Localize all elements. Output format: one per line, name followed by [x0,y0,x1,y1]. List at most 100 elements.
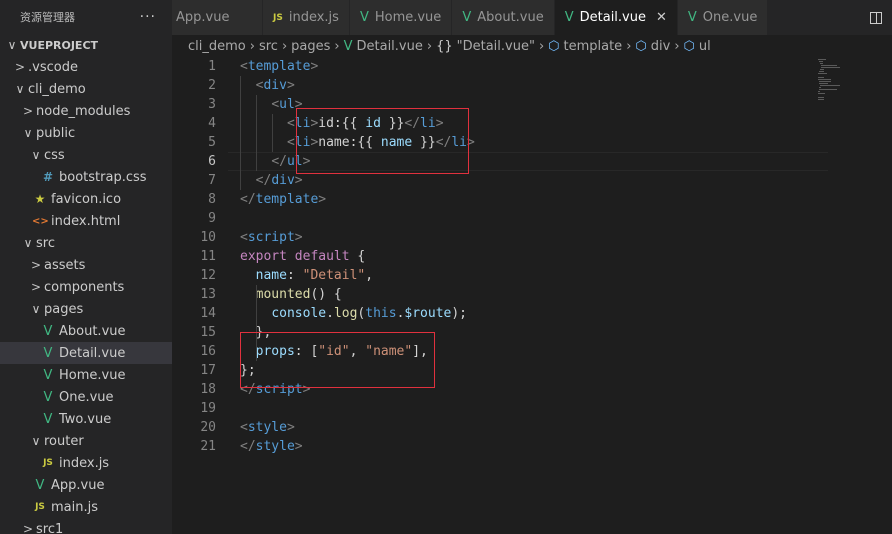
minimap-line [821,67,841,68]
chevron-right-icon: > [30,258,42,272]
tree-item-index-js[interactable]: JS index.js [0,452,172,474]
tree-item-router[interactable]: ∨ router [0,430,172,452]
chevron-down-icon: ∨ [31,148,41,162]
indent-guide [256,95,257,171]
tree-item-main-js[interactable]: JS main.js [0,496,172,518]
js-file-icon: JS [35,502,45,512]
tree-item-css[interactable]: ∨ css [0,144,172,166]
tab-home-vue[interactable]: V Home.vue [349,0,453,35]
code-editor[interactable]: 1 2 3 4 5 6 7 8 9 10 11 12 13 14 15 16 17 18 19 20 21 <templ… [172,57,892,534]
code-token: < [240,230,248,245]
code-line[interactable]: </div> [240,171,303,190]
explorer-title: 资源管理器 [20,11,75,24]
minimap-line [818,73,827,74]
minimap-line [819,81,831,82]
minimap-line [820,63,824,64]
line-number: 13 [200,287,216,302]
breadcrumb-item[interactable]: pages [291,39,330,54]
code-token: > [294,173,303,188]
tree-item-components[interactable]: > components [0,276,172,298]
vue-file-icon: V [43,389,53,405]
code-line[interactable]: <div> [240,76,295,95]
split-editor-button[interactable] [860,0,892,35]
tab-detail-vue[interactable]: V Detail.vue ✕ [554,0,678,35]
tab-one-vue[interactable]: V One.vue [677,0,769,35]
code-token: name [255,268,287,283]
tree-item-label: index.html [51,213,121,229]
line-number: 7 [208,173,216,188]
code-line[interactable]: console.log(this.$route); [240,304,467,323]
minimap[interactable] [818,57,878,117]
tree-item-node-modules[interactable]: > node_modules [0,100,172,122]
minimap-line [820,85,840,86]
more-actions-icon[interactable]: ··· [140,9,156,25]
tree-item-label: public [36,125,76,141]
code-token: div [271,173,295,188]
tree-item-two-vue[interactable]: V Two.vue [0,408,172,430]
tree-item-pages[interactable]: ∨ pages [0,298,172,320]
vue-file-icon: V [43,345,53,361]
tab-index-js[interactable]: JS index.js [263,0,350,35]
code-token: default [294,249,350,264]
close-tab-icon[interactable]: ✕ [656,10,667,25]
tree-item-one-vue[interactable]: V One.vue [0,386,172,408]
tree-item-label: bootstrap.css [59,169,147,185]
tree-item-bootstrap-css[interactable]: # bootstrap.css [0,166,172,188]
tree-item-public[interactable]: ∨ public [0,122,172,144]
minimap-line [818,93,826,94]
breadcrumb-item[interactable]: ⬡ template [548,39,622,54]
breadcrumb-item[interactable]: ⬡ div [635,39,670,54]
code-line[interactable]: name: "Detail", [240,266,373,285]
tab-about-vue[interactable]: V About.vue [452,0,555,35]
tree-item-vueproject[interactable]: ∨ VUEPROJECT [0,34,172,56]
tree-item-cli-demo[interactable]: ∨ cli_demo [0,78,172,100]
code-line[interactable]: <template> [240,57,318,76]
tree-item-about-vue[interactable]: V About.vue [0,320,172,342]
tree-item-label: css [44,147,65,163]
tree-item-label: One.vue [59,389,114,405]
line-number: 1 [208,59,216,74]
breadcrumb-label: template [563,38,623,54]
code-line[interactable]: <script> [240,228,303,247]
tree-item-detail-vue[interactable]: V Detail.vue [0,342,172,364]
tree-item-app-vue[interactable]: V App.vue [0,474,172,496]
tree-item-home-vue[interactable]: V Home.vue [0,364,172,386]
indent-guide [240,76,241,190]
minimap-line [818,91,820,92]
breadcrumb-item[interactable]: cli_demo [188,39,246,54]
code-token: log [333,306,358,321]
code-line[interactable]: </style> [240,437,303,456]
chevron-right-icon: > [22,522,34,534]
tree-item-label: index.js [59,455,110,471]
code-token: > [318,192,327,207]
minimap-line [821,65,837,66]
tree-item-index-html[interactable]: <> index.html [0,210,172,232]
line-number: 12 [200,268,216,283]
split-editor-icon [870,11,882,24]
breadcrumb-separator-icon: › [426,38,433,54]
code-token: console [271,306,327,321]
breadcrumb-item[interactable]: ⬡ ul [684,39,711,54]
code-line[interactable]: <style> [240,418,295,437]
code-token: template [255,192,319,207]
chevron-down-icon: ∨ [31,302,41,316]
breadcrumb-item[interactable]: {} "Detail.vue" [436,39,535,54]
tree-item-src1[interactable]: > src1 [0,518,172,534]
code-line[interactable]: export default { [240,247,365,266]
line-number: 10 [200,230,216,245]
tab-label: About.vue [477,10,544,25]
minimap-line [818,79,831,80]
tree-item--vscode[interactable]: > .vscode [0,56,172,78]
vue-file-icon: V [43,367,53,383]
code-line[interactable]: <ul> [240,95,302,114]
tab-app-vue[interactable]: App.vue [172,0,263,35]
tree-item-assets[interactable]: > assets [0,254,172,276]
breadcrumb-item[interactable]: src [259,39,278,54]
code-line[interactable]: </template> [240,190,326,209]
chevron-down-icon: ∨ [23,236,33,250]
tree-item-src[interactable]: ∨ src [0,232,172,254]
breadcrumb-item[interactable]: V Detail.vue [344,39,423,54]
minimap-line [820,69,824,70]
annotation-highlight-box [240,332,435,388]
tree-item-favicon-ico[interactable]: ★ favicon.ico [0,188,172,210]
